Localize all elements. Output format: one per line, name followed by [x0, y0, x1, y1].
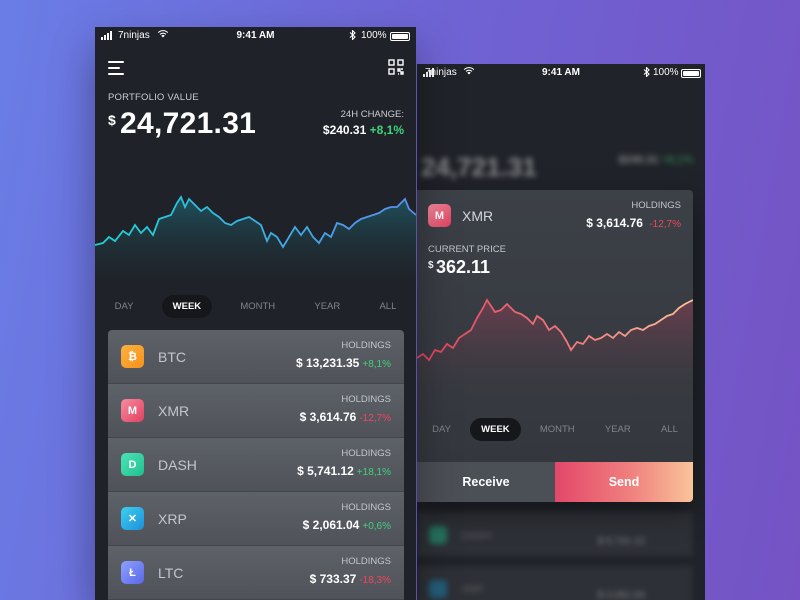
- holdings-label: HOLDINGS: [341, 340, 391, 351]
- holdings-value: $ 733.37 -18,3%: [310, 572, 391, 586]
- coin-card-xmr[interactable]: M XMR HOLDINGS $ 3,614.76 -12,7%: [108, 384, 404, 438]
- blurred-change: $240.31 +8,1%: [618, 154, 693, 166]
- battery-percent: 100%: [653, 67, 679, 78]
- status-bar: 7ninjas 9:41 AM 100%: [417, 64, 705, 82]
- range-tab-week[interactable]: WEEK: [161, 295, 213, 318]
- holdings-amount: $ 733.37: [309, 572, 357, 586]
- change-label: 24H CHANGE:: [340, 109, 404, 120]
- ripple-icon: ✕: [121, 507, 144, 530]
- detail-holdings-label: HOLDINGS: [631, 200, 681, 211]
- bluetooth-icon: [643, 66, 650, 79]
- action-row: Receive Send: [417, 462, 693, 502]
- blurred-coin-list: DASH $ 5,741.12 XRP $ 2,061.04: [417, 512, 705, 600]
- holdings-value: $ 2,061.04 +0,6%: [303, 518, 391, 532]
- coin-symbol: XRP: [158, 511, 187, 527]
- holdings-label: HOLDINGS: [341, 394, 391, 405]
- holdings-value: $ 13,231.35 +8,1%: [296, 356, 391, 370]
- portfolio-value-label: PORTFOLIO VALUE: [108, 92, 199, 103]
- xmr-price-chart: [417, 298, 693, 405]
- holdings-change: -12,7%: [359, 413, 391, 424]
- holdings-change: -18,3%: [359, 575, 391, 586]
- litecoin-icon: Ł: [121, 561, 144, 584]
- detail-range-tab-day[interactable]: DAY: [421, 418, 462, 441]
- monero-icon: M: [121, 399, 144, 422]
- holdings-amount: $ 3,614.76: [299, 410, 357, 424]
- blurred-portfolio-value: 24,721.31: [421, 152, 537, 182]
- holdings-change: +18,1%: [356, 467, 391, 478]
- battery-icon: [390, 32, 410, 41]
- blurred-portfolio-header: 24,721.31 $240.31 +8,1%: [417, 92, 705, 182]
- portfolio-chart: [95, 195, 416, 297]
- holdings-label: HOLDINGS: [341, 556, 391, 567]
- send-button[interactable]: Send: [555, 462, 693, 502]
- bluetooth-icon: [349, 29, 356, 42]
- portfolio-value: 24,721.31: [120, 107, 257, 140]
- detail-range-tabs: DAY WEEK MONTH YEAR ALL: [417, 418, 693, 441]
- coin-symbol: XMR: [158, 403, 190, 419]
- detail-holdings-value: $ 3,614.76: [586, 216, 643, 230]
- detail-range-tab-week[interactable]: WEEK: [470, 418, 521, 441]
- change-value: $240.31 +8,1%: [323, 123, 404, 137]
- current-price-value: 362.11: [436, 257, 491, 277]
- holdings-label: HOLDINGS: [341, 448, 391, 459]
- detail-symbol: XMR: [462, 208, 494, 224]
- holdings-change: +8,1%: [362, 359, 391, 370]
- detail-range-tab-month[interactable]: MONTH: [529, 418, 586, 441]
- receive-button[interactable]: Receive: [417, 462, 555, 502]
- detail-range-tab-all[interactable]: ALL: [650, 418, 689, 441]
- portfolio-currency: $: [108, 112, 116, 128]
- coin-card-ltc[interactable]: Ł LTC HOLDINGS $ 733.37 -18,3%: [108, 546, 404, 600]
- coin-symbol: LTC: [158, 565, 184, 581]
- range-tab-all[interactable]: ALL: [368, 295, 407, 318]
- bitcoin-icon: ₿: [121, 345, 144, 368]
- coin-detail-card: M XMR HOLDINGS $ 3,614.76 -12,7% CURRENT…: [417, 190, 693, 502]
- coin-card-xrp[interactable]: ✕ XRP HOLDINGS $ 2,061.04 +0,6%: [108, 492, 404, 546]
- range-tab-year[interactable]: YEAR: [303, 295, 351, 318]
- holdings-change: +0,6%: [362, 521, 391, 532]
- range-tabs: DAY WEEK MONTH YEAR ALL: [95, 295, 416, 318]
- battery-icon: [681, 69, 701, 78]
- detail-holdings: $ 3,614.76 -12,7%: [586, 216, 681, 230]
- coin-symbol: BTC: [158, 349, 186, 365]
- change-percent: +8,1%: [369, 123, 404, 137]
- dash-icon: D: [121, 453, 144, 476]
- current-price-label: CURRENT PRICE: [428, 244, 506, 255]
- change-amount: $240.31: [322, 123, 367, 137]
- detail-range-tab-year[interactable]: YEAR: [594, 418, 642, 441]
- qr-code-icon[interactable]: [388, 59, 404, 75]
- chart-area: [95, 197, 416, 297]
- current-price-currency: $: [428, 260, 434, 271]
- holdings-label: HOLDINGS: [341, 502, 391, 513]
- holdings-amount: $ 5,741.12: [297, 464, 354, 478]
- detail-chart-area: [417, 300, 693, 405]
- detail-change: -12,7%: [649, 219, 681, 230]
- holdings-value: $ 3,614.76 -12,7%: [300, 410, 391, 424]
- coin-symbol: DASH: [158, 457, 197, 473]
- battery-percent: 100%: [361, 30, 387, 41]
- portfolio-screen: 7ninjas 9:41 AM 100% PORTFOLIO VALUE $ 2…: [95, 27, 416, 600]
- monero-icon: M: [428, 204, 451, 227]
- status-bar: 7ninjas 9:41 AM 100%: [95, 27, 416, 45]
- holdings-value: $ 5,741.12 +18,1%: [297, 464, 391, 478]
- coin-detail-screen: 7ninjas 9:41 AM 100% 24,721.31 $240.31 +…: [417, 64, 705, 600]
- menu-icon[interactable]: [108, 61, 124, 75]
- coin-card-btc[interactable]: ₿ BTC HOLDINGS $ 13,231.35 +8,1%: [108, 330, 404, 384]
- coin-list: ₿ BTC HOLDINGS $ 13,231.35 +8,1% M XMR HOLDINGS…: [108, 330, 404, 600]
- holdings-amount: $ 13,231.35: [295, 356, 360, 370]
- holdings-amount: $ 2,061.04: [302, 518, 360, 532]
- range-tab-day[interactable]: DAY: [104, 295, 145, 318]
- coin-card-dash[interactable]: D DASH HOLDINGS $ 5,741.12 +18,1%: [108, 438, 404, 492]
- range-tab-month[interactable]: MONTH: [229, 295, 286, 318]
